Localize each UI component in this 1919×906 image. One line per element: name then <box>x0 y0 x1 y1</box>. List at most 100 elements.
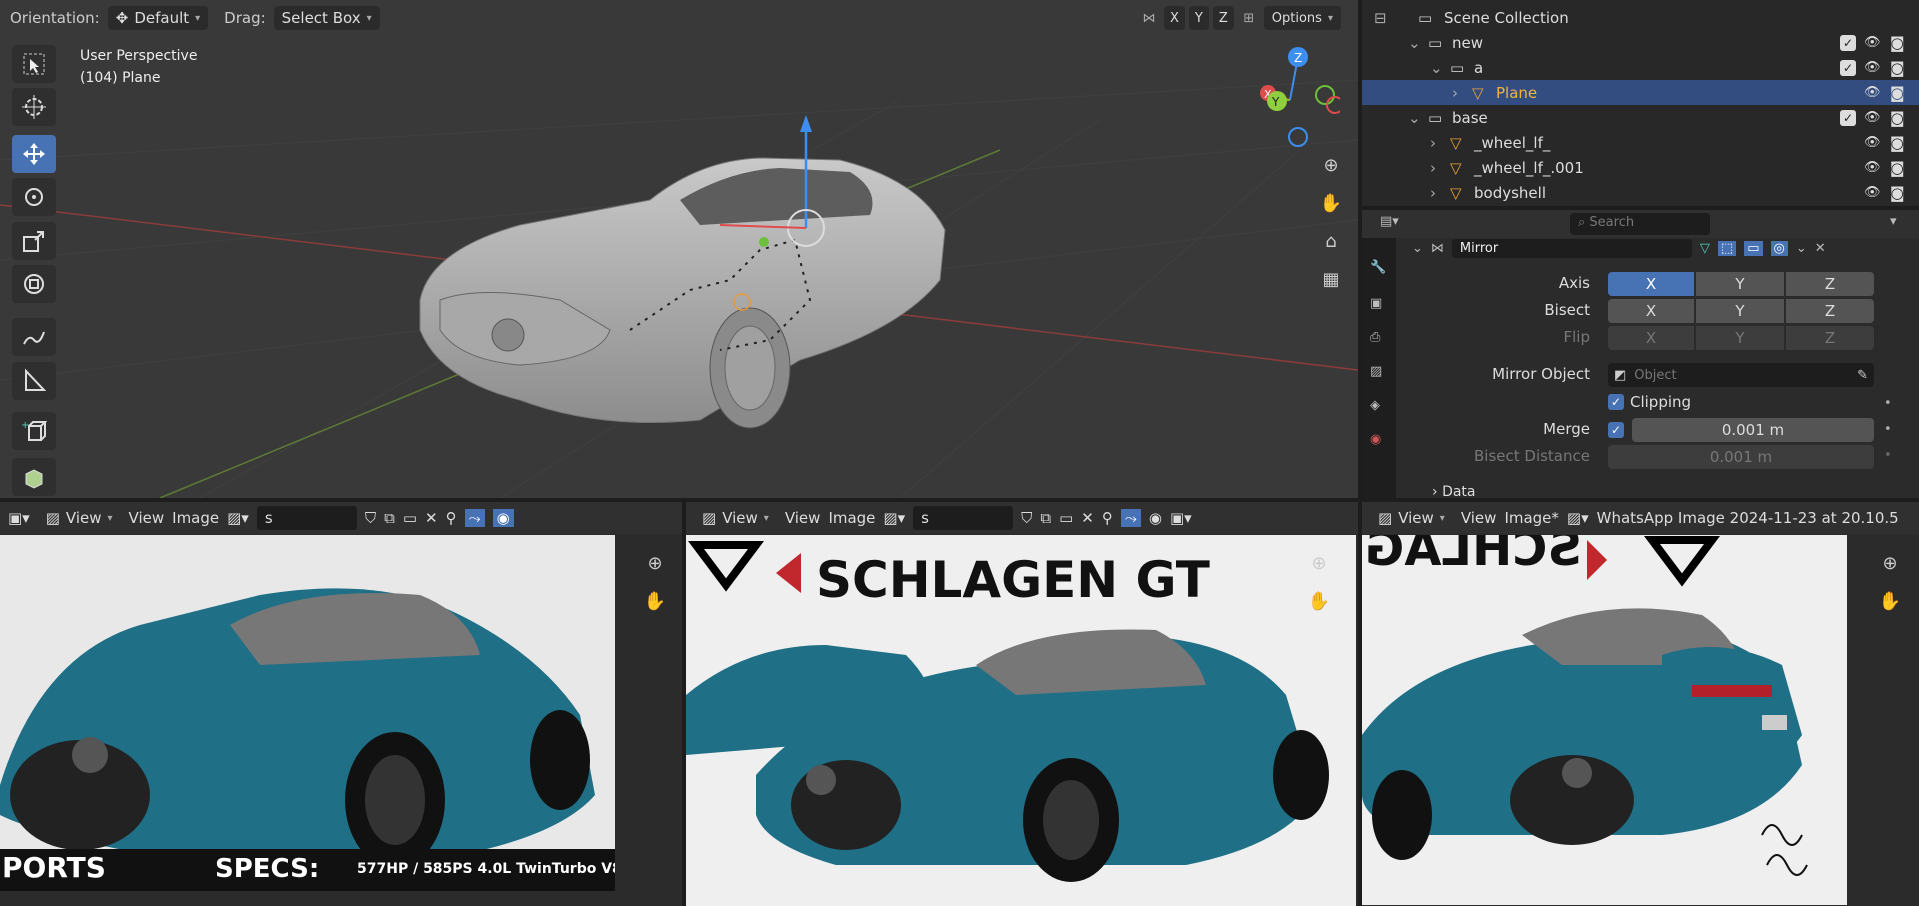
image-name-field[interactable]: WhatsApp Image 2024-11-23 at 20.10.5 <box>1597 509 1899 527</box>
zoom-icon[interactable]: ⊕ <box>1873 546 1907 580</box>
overlay-icon[interactable]: ◉ <box>492 509 514 527</box>
view-layer-tab-icon[interactable]: ▨ <box>1370 364 1382 379</box>
image-name-field[interactable]: s <box>913 506 1014 530</box>
eyedropper-icon[interactable]: ✎ <box>1857 368 1868 383</box>
image-menu[interactable]: Image* <box>1504 509 1558 527</box>
expand-toggle-icon[interactable]: ⌄ <box>1408 109 1421 127</box>
expand-toggle-icon[interactable]: › <box>1452 84 1458 102</box>
outliner-row[interactable]: › ▽ Plane 👁 ◙ <box>1362 80 1919 105</box>
editor-type-icon[interactable]: ▣▾ <box>1170 509 1192 527</box>
editor-type-icon[interactable]: ▤▾ <box>1380 214 1399 229</box>
world-tab-icon[interactable]: ◉ <box>1370 432 1381 447</box>
hand-pan-icon[interactable]: ✋ <box>1873 584 1907 618</box>
view-menu[interactable]: View <box>785 509 821 527</box>
camera-icon[interactable]: ⌂ <box>1314 224 1348 258</box>
add-cube-tool[interactable]: + <box>12 412 56 450</box>
merge-distance-field[interactable]: 0.001 m <box>1632 418 1874 442</box>
axis-z-button[interactable]: Z <box>1786 272 1874 296</box>
flip-x-button[interactable]: X <box>1608 326 1694 350</box>
browse-image-icon[interactable]: ▨▾ <box>1567 509 1589 527</box>
outliner-row[interactable]: ⌄ ▭ new ✓ 👁 ◙ <box>1362 30 1919 55</box>
fake-user-icon[interactable]: ⛉ <box>365 509 376 527</box>
expand-toggle-icon[interactable]: › <box>1430 159 1436 177</box>
outliner-row[interactable]: › ▽ _wheel_lf_.001 👁 ◙ <box>1362 155 1919 180</box>
visibility-eye-icon[interactable]: 👁 <box>1864 135 1881 150</box>
render-camera-icon[interactable]: ◙ <box>1890 159 1905 177</box>
duplicate-icon[interactable]: ⧉ <box>1040 509 1051 527</box>
expand-toggle-icon[interactable]: ⌄ <box>1430 59 1443 77</box>
zoom-icon[interactable]: ⊕ <box>1302 546 1336 580</box>
hand-pan-icon[interactable]: ✋ <box>638 584 672 618</box>
folder-icon[interactable]: ▭ <box>403 509 417 527</box>
render-tab-icon[interactable]: ▣ <box>1370 296 1382 311</box>
overlay-icon[interactable]: ◉ <box>1149 509 1162 527</box>
move-tool[interactable] <box>12 135 56 173</box>
view-mode-dropdown[interactable]: ▨ View ▾ <box>694 506 777 530</box>
view-menu[interactable]: View <box>1461 509 1497 527</box>
render-toggle-icon[interactable]: ◎ <box>1770 240 1788 256</box>
render-camera-icon[interactable]: ◙ <box>1890 134 1905 152</box>
outliner-row[interactable]: › ▽ _wheel_lf_ 👁 ◙ <box>1362 130 1919 155</box>
chevron-down-icon[interactable]: ▾ <box>1890 214 1897 229</box>
navigation-gizmo[interactable]: Z X Y <box>1250 45 1340 155</box>
zoom-icon[interactable]: ⊕ <box>1314 148 1348 182</box>
image-editor-2[interactable]: ▨ View ▾ View Image ▨▾ s ⛉ ⧉ ▭ ✕ ⚲ ⤳ ◉ ▣▾ … <box>686 502 1358 906</box>
visibility-eye-icon[interactable]: 👁 <box>1864 60 1881 75</box>
mirror-object-field[interactable]: ◩ Object ✎ <box>1608 363 1874 387</box>
mirror-icon[interactable]: ⋈ <box>1138 7 1160 29</box>
scale-tool[interactable] <box>12 222 56 260</box>
bisect-y-button[interactable]: Y <box>1696 299 1784 323</box>
rotate-tool[interactable] <box>12 178 56 216</box>
render-camera-icon[interactable]: ◙ <box>1890 84 1905 102</box>
pin-icon[interactable]: ⚲ <box>1102 509 1113 527</box>
visibility-eye-icon[interactable]: 👁 <box>1864 85 1881 100</box>
keyframe-dot-icon[interactable]: • <box>1884 396 1892 411</box>
visibility-eye-icon[interactable]: 👁 <box>1864 185 1881 200</box>
cursor-tool[interactable] <box>12 88 56 126</box>
visibility-eye-icon[interactable]: 👁 <box>1864 110 1881 125</box>
measure-tool[interactable] <box>12 362 56 400</box>
expand-toggle-icon[interactable]: › <box>1430 184 1436 202</box>
snap-icon[interactable]: ⤳ <box>1120 509 1141 527</box>
axis-y-toggle[interactable]: Y <box>1188 6 1209 30</box>
include-checkbox[interactable]: ✓ <box>1840 34 1856 51</box>
render-camera-icon[interactable]: ◙ <box>1890 184 1905 202</box>
tool-tab-icon[interactable]: 🔧 <box>1370 260 1386 275</box>
close-icon[interactable]: ✕ <box>425 509 438 527</box>
image-menu[interactable]: Image <box>828 509 875 527</box>
flip-y-button[interactable]: Y <box>1696 326 1784 350</box>
render-camera-icon[interactable]: ◙ <box>1890 59 1905 77</box>
realtime-toggle-icon[interactable]: ▭ <box>1744 240 1763 256</box>
merge-checkbox[interactable]: ✓ <box>1608 422 1624 438</box>
flip-z-button[interactable]: Z <box>1786 326 1874 350</box>
close-icon[interactable]: ✕ <box>1081 509 1094 527</box>
image-editor-3[interactable]: ▨ View ▾ View Image* ▨▾ WhatsApp Image 202… <box>1362 502 1919 906</box>
axis-z-toggle[interactable]: Z <box>1212 6 1234 30</box>
view-mode-dropdown[interactable]: ▨ View ▾ <box>38 506 121 530</box>
modifier-name-field[interactable]: Mirror <box>1451 238 1692 258</box>
bisect-z-button[interactable]: Z <box>1786 299 1874 323</box>
scene-tab-icon[interactable]: ◈ <box>1370 398 1380 413</box>
topology-icon[interactable]: ⊞ <box>1238 7 1260 29</box>
hand-pan-icon[interactable]: ✋ <box>1314 186 1348 220</box>
data-panel-toggle[interactable]: › Data <box>1432 484 1476 500</box>
properties-search[interactable]: ⌕ Search <box>1570 213 1710 235</box>
transform-tool[interactable] <box>12 265 56 303</box>
drag-dropdown[interactable]: Select Box ▾ <box>273 6 380 30</box>
browse-image-icon[interactable]: ▨▾ <box>227 509 249 527</box>
outliner-row[interactable]: › ▽ bodyshell 👁 ◙ <box>1362 180 1919 205</box>
axis-x-toggle[interactable]: X <box>1164 6 1185 30</box>
outliner-scene-collection[interactable]: ⊟ ▭ Scene Collection <box>1362 5 1919 30</box>
image-editor-1[interactable]: ▣▾ ▨ View ▾ View Image ▨▾ s ⛉ ⧉ ▭ ✕ ⚲ ⤳ ◉ … <box>0 502 682 906</box>
chevron-down-icon[interactable]: ⌄ <box>1796 241 1807 256</box>
hand-pan-icon[interactable]: ✋ <box>1302 584 1336 618</box>
axis-x-button[interactable]: X <box>1608 272 1694 296</box>
close-icon[interactable]: ✕ <box>1815 241 1826 256</box>
fake-user-icon[interactable]: ⛉ <box>1021 509 1032 527</box>
cage-toggle-icon[interactable]: ⬚ <box>1717 240 1737 256</box>
3d-viewport[interactable]: Orientation: ✥ Default ▾ Drag: Select Bo… <box>0 0 1358 498</box>
duplicate-icon[interactable]: ⧉ <box>384 509 395 527</box>
view-menu[interactable]: View <box>129 509 165 527</box>
visibility-eye-icon[interactable]: 👁 <box>1864 35 1881 50</box>
options-dropdown[interactable]: Options ▾ <box>1263 6 1341 30</box>
